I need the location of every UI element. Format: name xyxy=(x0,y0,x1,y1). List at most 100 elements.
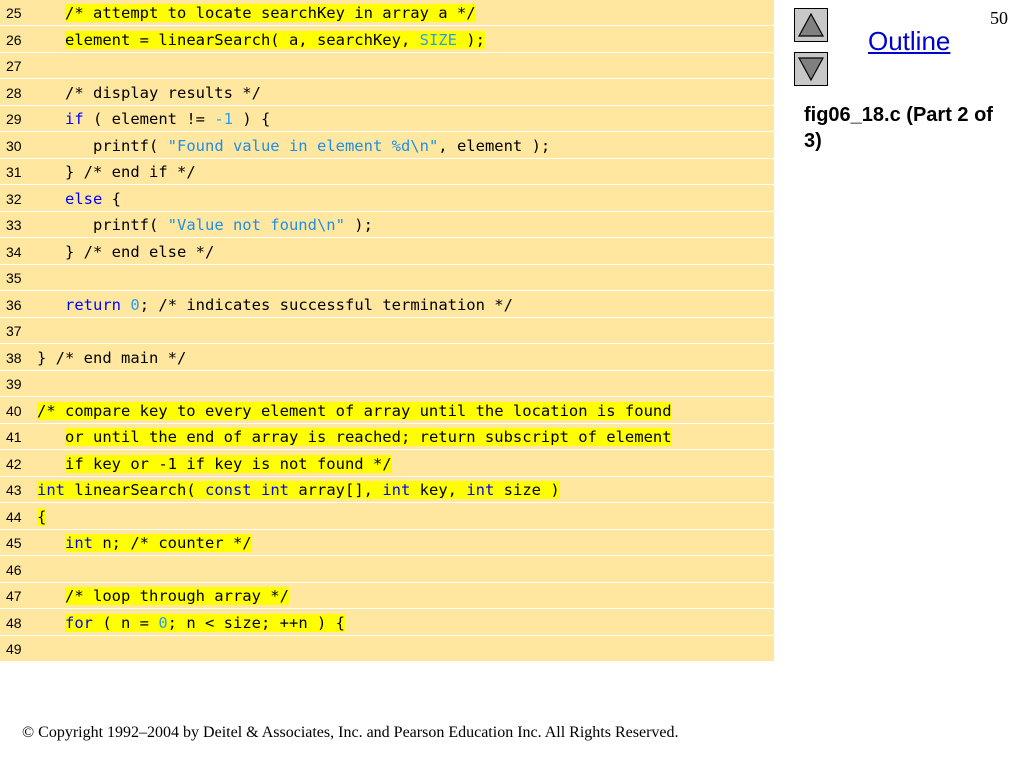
code-text: element = linearSearch( a, searchKey, SI… xyxy=(37,31,485,49)
line-number: 36 xyxy=(6,297,22,313)
code-line: 27 xyxy=(0,53,774,79)
code-listing: 25 /* attempt to locate searchKey in arr… xyxy=(0,0,774,662)
line-number: 40 xyxy=(6,403,22,419)
code-text: else { xyxy=(37,190,121,208)
line-number: 38 xyxy=(6,350,22,366)
code-text: return 0; /* indicates successful termin… xyxy=(37,296,513,314)
code-token: ; xyxy=(139,296,159,314)
code-token: SIZE xyxy=(419,31,457,49)
code-token: , element ); xyxy=(438,137,551,155)
code-token: /* end if */ xyxy=(83,163,196,181)
code-token: ) { xyxy=(233,110,271,128)
code-token: if key or -1 if key is not found */ xyxy=(65,455,392,473)
code-token: "Value not found\n" xyxy=(167,216,345,234)
outline-link[interactable]: Outline xyxy=(868,26,950,57)
code-line: 42 if key or -1 if key is not found */ xyxy=(0,451,774,477)
code-token: n; xyxy=(93,534,131,552)
code-line: 37 xyxy=(0,318,774,344)
code-token: /* attempt to locate searchKey in array … xyxy=(65,4,476,22)
code-text: printf( "Found value in element %d\n", e… xyxy=(37,137,550,155)
line-number: 44 xyxy=(6,509,22,525)
slide-number: 50 xyxy=(990,8,1008,28)
code-line: 38 } /* end main */ xyxy=(0,345,774,371)
code-text: /* compare key to every element of array… xyxy=(37,402,672,420)
code-text: /* display results */ xyxy=(37,84,261,102)
code-line: 36 return 0; /* indicates successful ter… xyxy=(0,292,774,318)
next-slide-button[interactable] xyxy=(794,52,828,86)
line-number: 31 xyxy=(6,164,22,180)
code-token: return xyxy=(65,296,121,314)
code-token: array[], xyxy=(289,481,383,499)
line-number: 29 xyxy=(6,111,22,127)
code-token: 0 xyxy=(130,296,140,314)
code-token: size ) xyxy=(494,481,560,499)
line-number: 39 xyxy=(6,376,22,392)
code-text: if key or -1 if key is not found */ xyxy=(37,455,392,473)
line-number: 46 xyxy=(6,562,22,578)
code-line: 35 xyxy=(0,265,774,291)
code-token: ( n = xyxy=(93,614,159,632)
code-token: int xyxy=(65,534,93,552)
code-line: 40 /* compare key to every element of arr… xyxy=(0,398,774,424)
code-text: { xyxy=(37,508,47,526)
code-token: or until the end of array is reached; re… xyxy=(65,428,672,446)
code-token: 0 xyxy=(158,614,168,632)
code-text: int n; /* counter */ xyxy=(37,534,252,552)
previous-slide-button[interactable] xyxy=(794,8,828,42)
line-number: 34 xyxy=(6,244,22,260)
line-number: 26 xyxy=(6,32,22,48)
code-line: 47 /* loop through array */ xyxy=(0,583,774,609)
code-token xyxy=(251,481,261,499)
code-token: { xyxy=(102,190,121,208)
figure-caption: fig06_18.c (Part 2 of 3) xyxy=(804,104,993,152)
code-line: 43 int linearSearch( const int array[], i… xyxy=(0,477,774,503)
code-line: 41 or until the end of array is reached;… xyxy=(0,424,774,450)
code-token: } xyxy=(37,163,84,181)
code-text: or until the end of array is reached; re… xyxy=(37,428,672,446)
code-token: printf( xyxy=(37,137,168,155)
code-line: 46 xyxy=(0,557,774,583)
triangle-down-icon xyxy=(797,57,825,82)
code-token: if xyxy=(65,110,84,128)
code-token: int xyxy=(261,481,289,499)
code-text: int linearSearch( const int array[], int… xyxy=(37,481,560,499)
code-text: } /* end main */ xyxy=(37,349,186,367)
code-token: ( element != xyxy=(83,110,215,128)
code-line: 29 if ( element != -1 ) { xyxy=(0,106,774,132)
code-token: else xyxy=(65,190,103,208)
code-text: printf( "Value not found\n" ); xyxy=(37,216,373,234)
line-number: 28 xyxy=(6,85,22,101)
code-line: 48 for ( n = 0; n < size; ++n ) { xyxy=(0,610,774,636)
code-line: 34 } /* end else */ xyxy=(0,239,774,265)
line-number: 27 xyxy=(6,58,22,74)
code-line: 26 element = linearSearch( a, searchKey,… xyxy=(0,27,774,53)
code-line: 32 else { xyxy=(0,186,774,212)
line-number: 48 xyxy=(6,615,22,631)
code-line: 39 xyxy=(0,371,774,397)
code-line: 49 xyxy=(0,636,774,662)
code-line: 31 } /* end if */ xyxy=(0,159,774,185)
line-number: 35 xyxy=(6,270,22,286)
line-number: 30 xyxy=(6,138,22,154)
code-token: const xyxy=(204,481,252,499)
line-number: 33 xyxy=(6,217,22,233)
code-line: 45 int n; /* counter */ xyxy=(0,530,774,556)
code-token: } xyxy=(37,349,56,367)
code-token: /* loop through array */ xyxy=(65,587,289,605)
copyright-notice: © Copyright 1992–2004 by Deitel & Associ… xyxy=(22,724,679,741)
code-token: /* end else */ xyxy=(83,243,215,261)
code-line: 25 /* attempt to locate searchKey in arr… xyxy=(0,0,774,26)
code-token: ; n < size; ++n ) { xyxy=(167,614,345,632)
code-token: } xyxy=(37,243,84,261)
code-line: 33 printf( "Value not found\n" ); xyxy=(0,212,774,238)
